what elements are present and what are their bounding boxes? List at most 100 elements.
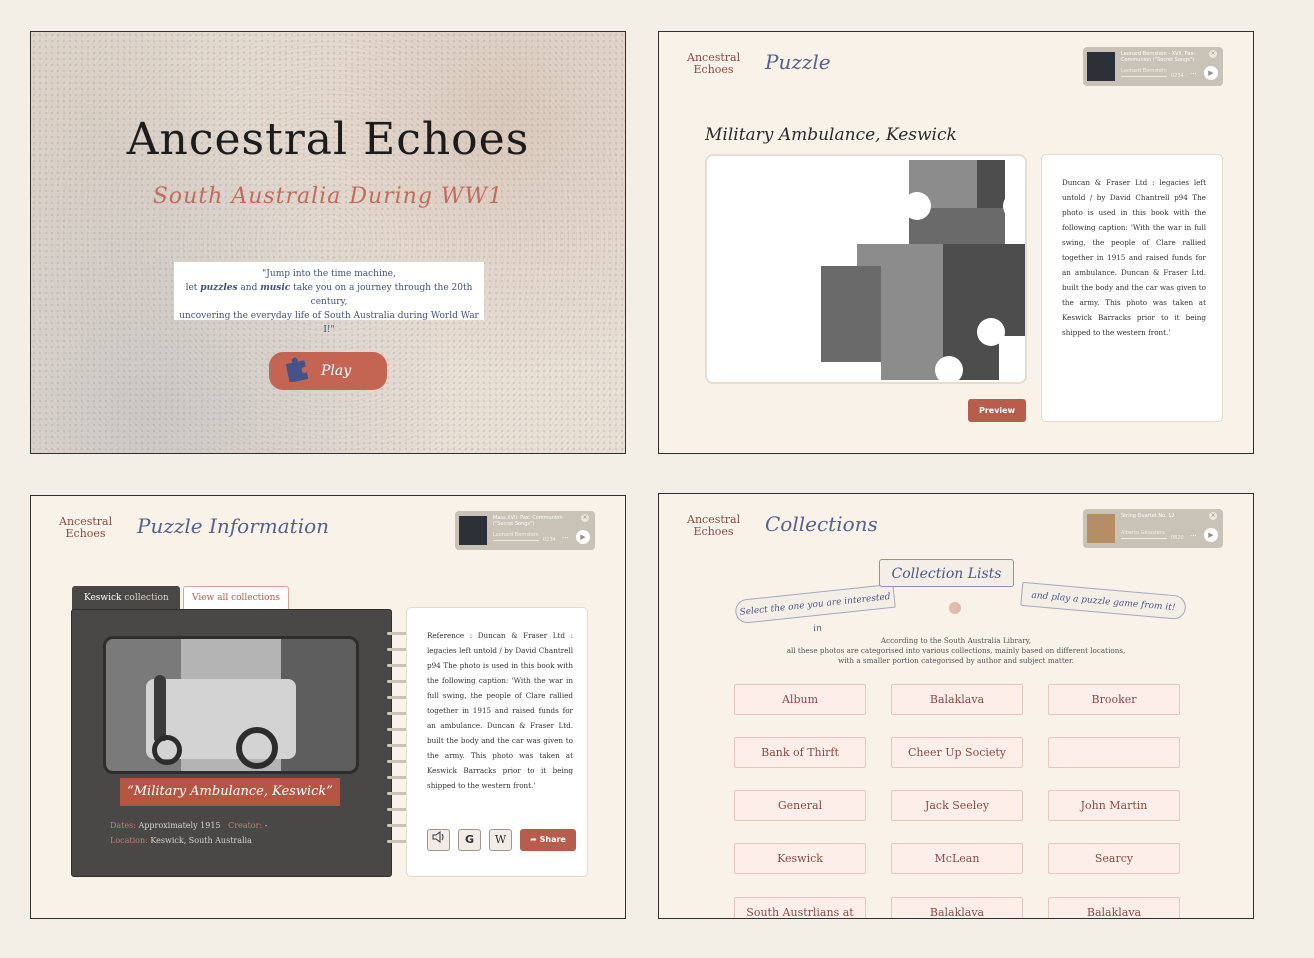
collection-button[interactable]: Cheer Up Society [891,737,1023,768]
intro-line: According to the South Australia Library… [880,636,1032,645]
logo-line-2: Echoes [65,527,106,540]
album-cover [1087,514,1115,543]
track-time: 0820 [1171,535,1184,541]
puzzle-heading: Military Ambulance, Keswick [705,125,957,145]
quote-text: let [185,283,201,293]
collection-button[interactable]: Keswick [734,843,866,874]
puzzle-gap [977,318,1005,346]
photo-wheel [236,727,278,769]
app-logo[interactable]: Ancestral Echoes [687,52,740,76]
play-button[interactable]: Play [269,352,387,390]
tab-collection-suffix: collection [124,593,169,603]
quote-text: take you on a journey through the 20th c… [290,283,473,307]
app-logo[interactable]: Ancestral Echoes [59,516,112,540]
collections-intro: According to the South Australia Library… [659,636,1253,666]
collection-button[interactable]: Balaklava [891,684,1023,715]
collection-button[interactable] [1048,737,1180,768]
collection-button[interactable]: South Austrlians at War [734,897,866,918]
puzzle-board[interactable] [705,154,1027,384]
puzzle-screen: Ancestral Echoes Puzzle Leonard Bernstei… [658,31,1254,454]
app-subtitle: South Australia During WW1 [152,184,504,209]
quote-line-2: let puzzles and music take you on a jour… [174,281,484,309]
play-icon[interactable]: ▶ [1204,528,1218,542]
puzzle-piece[interactable] [821,266,881,362]
preview-button[interactable]: Preview [968,399,1026,422]
collection-button[interactable]: Album [734,684,866,715]
collection-button[interactable]: Jack Seeley [891,790,1023,821]
play-label: Play [321,363,352,379]
google-search-button[interactable]: G [458,829,481,851]
collection-button[interactable]: Brooker [1048,684,1180,715]
collection-button[interactable]: McLean [891,843,1023,874]
share-button[interactable]: ➦ Share [520,829,576,851]
collection-button[interactable]: Balaklava [891,897,1023,918]
collection-button[interactable]: Searcy [1048,843,1180,874]
track-artist: Alberto Ginastera [1121,530,1165,536]
reference-text: Reference : Duncan & Fraser Ltd : legaci… [427,631,573,790]
intro-line: with a smaller portion categorised by au… [838,656,1074,665]
speaker-icon[interactable] [427,829,450,851]
close-icon[interactable]: × [581,514,589,522]
dates-label: Dates: [110,821,136,830]
puzzle-gap [1003,192,1025,220]
photo-title: “Military Ambulance, Keswick” [120,778,340,806]
ambulance-photo [103,636,359,774]
quote-line-1: "Jump into the time machine, [262,269,396,279]
photo-location: Location: Keswick, South Australia [110,836,252,845]
wikipedia-button[interactable]: W [489,829,512,851]
progress-bar[interactable] [1121,538,1167,539]
track-time: 0234 [1171,73,1184,79]
photo-person [154,675,166,741]
page-title: Collections [765,512,878,536]
close-icon[interactable]: × [1209,50,1217,58]
track-title: Mass XVII. Pax: Communion ("Secret Songs… [493,515,563,527]
play-icon[interactable]: ▶ [1204,66,1218,80]
photo-dates-creator: Dates: Approximately 1915 Creator: - [110,821,267,830]
puzzle-gap [935,356,963,382]
description-panel: Duncan & Fraser Ltd : legacies left unto… [1041,154,1223,422]
banner-right-ribbon: and play a puzzle game from it! [1020,581,1187,621]
track-artist: Leonard Bernstein [493,532,539,538]
share-icon: ➦ [530,835,537,844]
banner-title: Collection Lists [879,559,1014,587]
puzzle-piece-icon [283,356,311,386]
app-logo[interactable]: Ancestral Echoes [687,514,740,538]
page-title: Puzzle [765,50,831,74]
creator-label: Creator: [228,821,263,830]
more-icon[interactable]: ··· [1190,532,1197,540]
dates-value: Approximately 1915 [138,821,221,830]
progress-bar[interactable] [493,540,539,541]
landing-screen: Ancestral Echoes South Australia During … [30,31,626,454]
tab-collection[interactable]: Keswick collection [72,586,180,610]
intro-line: all these photos are categorised into va… [786,646,1126,655]
quote-text: and [237,283,261,293]
location-label: Location: [110,836,148,845]
collection-button[interactable]: John Martin [1048,790,1180,821]
more-icon[interactable]: ··· [562,534,569,542]
view-all-collections-tab[interactable]: View all collections [183,586,289,610]
close-icon[interactable]: × [1209,512,1217,520]
track-time: 0234 [543,537,556,543]
share-label: Share [539,835,566,844]
collection-button[interactable]: Balaklava [1048,897,1180,918]
photo-notebook: “Military Ambulance, Keswick” Dates: App… [71,609,392,877]
app-title: Ancestral Echoes [126,114,530,165]
music-player: String Quartet No. 12 Alberto Ginastera … [1083,509,1223,548]
more-icon[interactable]: ··· [1190,70,1197,78]
quote-music: music [260,283,291,293]
intro-quote: "Jump into the time machine, let puzzles… [174,262,484,335]
emblem-icon [949,602,961,614]
puzzle-info-screen: Ancestral Echoes Puzzle Information Mass… [30,495,626,919]
music-player: Leonard Bernstein - XVII. Pax: Communion… [1083,47,1223,86]
collection-button[interactable]: General [734,790,866,821]
play-icon[interactable]: ▶ [576,530,590,544]
location-value: Keswick, South Australia [150,836,252,845]
progress-bar[interactable] [1121,76,1167,77]
quote-puzzles: puzzles [200,283,238,293]
track-title: String Quartet No. 12 [1121,513,1175,519]
puzzle-piece[interactable] [881,294,943,380]
album-cover [459,516,487,545]
music-player: Mass XVII. Pax: Communion ("Secret Songs… [455,511,595,550]
album-cover [1087,52,1115,81]
collection-button[interactable]: Bank of Thirft [734,737,866,768]
